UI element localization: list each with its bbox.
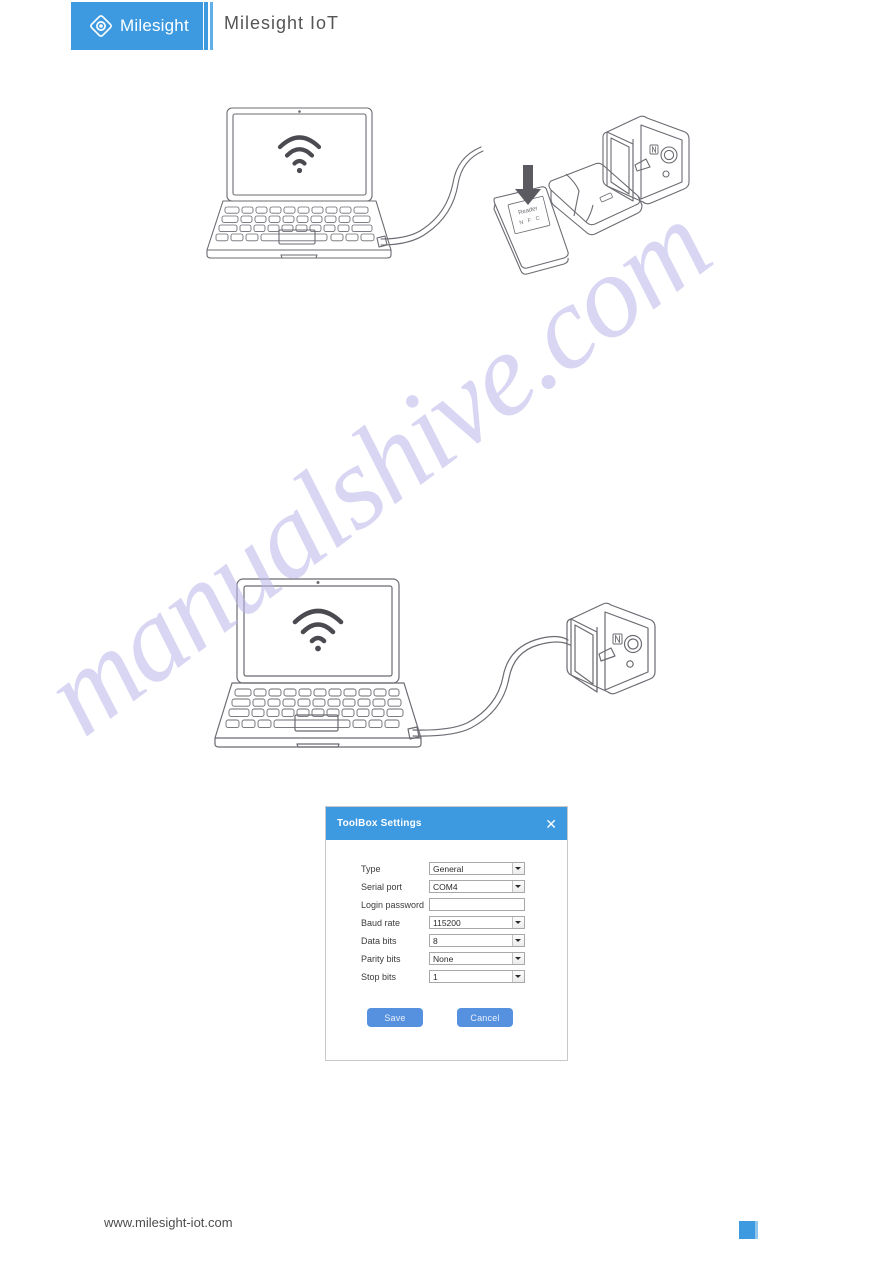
illustration-laptop-nfc-reader: Reader N F C [195,95,705,285]
baud-rate-select[interactable]: 115200 [429,916,525,929]
dialog-title: ToolBox Settings [337,818,422,829]
form-row-type: Type General [326,862,567,875]
stop-bits-label: Stop bits [361,971,397,982]
form-row-serial-port: Serial port COM4 [326,880,567,893]
login-password-input[interactable] [429,898,525,911]
down-arrow-icon [515,165,541,205]
footer-url: www.milesight-iot.com [104,1215,233,1230]
data-bits-select[interactable]: 8 [429,934,525,947]
brand-block: Milesight [71,2,203,50]
form-row-data-bits: Data bits 8 [326,934,567,947]
parity-bits-value: None [433,953,454,964]
data-bits-label: Data bits [361,935,397,946]
reader-card-label-line1: Reader [518,206,539,217]
chevron-down-icon [514,921,521,924]
footer-page-badge [739,1221,758,1239]
form-row-stop-bits: Stop bits 1 [326,970,567,983]
page-title: Milesight IoT [224,13,340,33]
stop-bits-value: 1 [433,971,438,982]
illustration-laptop-usb-device [205,565,685,770]
dialog-actions: Save Cancel [326,988,567,1027]
reader-card-label-line2: N F C [519,215,542,226]
parity-bits-select[interactable]: None [429,952,525,965]
baud-rate-value: 115200 [433,917,461,928]
dialog-titlebar: ToolBox Settings ✕ [326,807,567,840]
type-select[interactable]: General [429,862,525,875]
parity-bits-label: Parity bits [361,953,401,964]
header-divider-secondary [210,2,213,50]
brand-name: Milesight [120,16,189,35]
chevron-down-icon [514,975,521,978]
milesight-diamond-eye-logo-icon [89,14,113,38]
dialog-body: Type General Serial port COM4 Login pass… [326,840,567,1027]
chevron-down-icon [514,957,521,960]
baud-rate-label: Baud rate [361,917,401,928]
form-row-login-password: Login password [326,898,567,911]
page-footer: www.milesight-iot.com [0,1193,893,1263]
close-icon[interactable]: ✕ [545,817,557,831]
type-value: General [433,863,464,874]
save-button[interactable]: Save [367,1008,423,1027]
stop-bits-select[interactable]: 1 [429,970,525,983]
form-row-parity-bits: Parity bits None [326,952,567,965]
serial-port-label: Serial port [361,881,403,892]
data-bits-value: 8 [433,935,438,946]
form-row-baud-rate: Baud rate 115200 [326,916,567,929]
chevron-down-icon [514,939,521,942]
serial-port-select[interactable]: COM4 [429,880,525,893]
login-password-label: Login password [361,899,425,910]
cancel-button[interactable]: Cancel [457,1008,513,1027]
page-header: Milesight Milesight IoT [0,0,893,52]
serial-port-value: COM4 [433,881,458,892]
chevron-down-icon [514,867,521,870]
type-label: Type [361,863,381,874]
chevron-down-icon [514,885,521,888]
toolbox-settings-dialog: ToolBox Settings ✕ Type General Serial p… [325,806,568,1061]
header-divider-primary [204,2,208,50]
